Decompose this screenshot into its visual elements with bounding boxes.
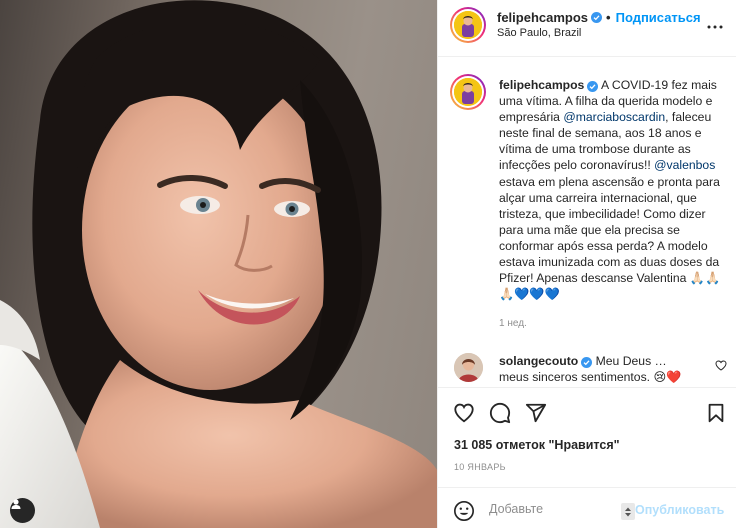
resize-handle[interactable] <box>621 503 635 520</box>
post-side-panel: felipehcampos • Подписаться São Paulo, B… <box>437 0 736 528</box>
avatar-image <box>454 11 482 39</box>
paper-plane-icon <box>525 403 547 423</box>
mention-link[interactable]: @valenbos <box>654 158 715 172</box>
more-options-button[interactable] <box>707 16 723 34</box>
comment-button[interactable] <box>489 402 511 424</box>
likes-count[interactable]: 31 085 отметок "Нравится" <box>454 438 620 452</box>
header-username[interactable]: felipehcampos <box>497 10 588 25</box>
avatar-image <box>454 353 483 382</box>
post-actions: 31 085 отметок "Нравится" 10 ЯНВАРЬ <box>438 387 736 487</box>
comment-like-button[interactable] <box>715 359 727 374</box>
user-tag-button[interactable] <box>10 498 35 523</box>
like-button[interactable] <box>453 402 475 424</box>
heart-icon <box>715 360 727 371</box>
caption-text-3: estava em plena ascensão e pronta para a… <box>499 174 721 302</box>
up-down-arrows-icon <box>625 507 631 516</box>
caption-avatar[interactable] <box>450 74 486 110</box>
mention-link[interactable]: @marciaboscardin <box>563 110 665 124</box>
heart-icon <box>454 403 474 423</box>
comments-section[interactable]: felipehcampos A COVID-19 fez mais uma ví… <box>438 57 736 387</box>
share-button[interactable] <box>525 402 547 424</box>
comment-input[interactable] <box>489 502 619 516</box>
header-avatar[interactable] <box>450 7 486 43</box>
caption-username[interactable]: felipehcampos <box>499 78 584 92</box>
caption-timestamp[interactable]: 1 нед. <box>499 318 527 329</box>
bookmark-icon <box>708 403 724 423</box>
comment-bubble-icon <box>489 402 511 424</box>
header-separator: • <box>606 10 611 25</box>
user-tag-icon <box>11 499 21 509</box>
follow-button[interactable]: Подписаться <box>616 10 701 25</box>
more-dots-icon <box>707 25 723 29</box>
post-caption: felipehcampos A COVID-19 fez mais uma ví… <box>499 77 731 302</box>
post-location[interactable]: São Paulo, Brazil <box>497 27 581 39</box>
publish-button[interactable]: Опубликовать <box>635 503 724 517</box>
comment-body: solangecouto Meu Deus … meus sinceros se… <box>499 353 699 385</box>
add-comment-bar: Опубликовать <box>438 487 736 528</box>
smiley-icon <box>454 501 474 521</box>
verified-badge-icon <box>587 81 599 92</box>
verified-badge-icon <box>591 12 603 23</box>
comment-username[interactable]: solangecouto <box>499 354 578 368</box>
emoji-button[interactable] <box>453 500 475 525</box>
verified-badge-icon <box>581 357 593 368</box>
post-date[interactable]: 10 ЯНВАРЬ <box>454 462 506 472</box>
post-photo[interactable] <box>0 0 437 528</box>
comment-avatar[interactable] <box>454 353 483 382</box>
post-photo-illustration <box>0 0 437 528</box>
post-header: felipehcampos • Подписаться São Paulo, B… <box>438 0 736 57</box>
avatar-image <box>454 78 482 106</box>
save-button[interactable] <box>705 402 727 424</box>
